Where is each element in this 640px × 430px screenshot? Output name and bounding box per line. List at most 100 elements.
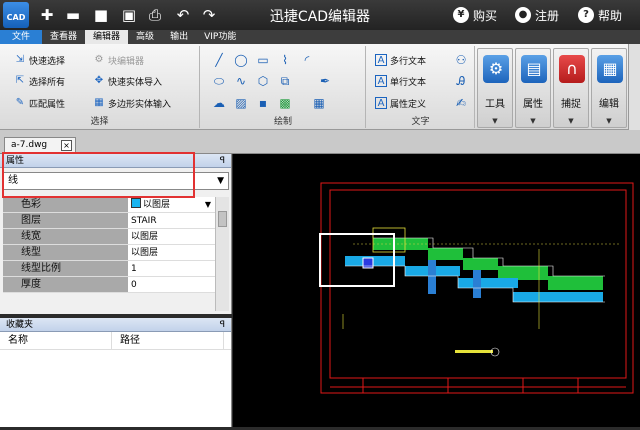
property-key: 线型 [3, 245, 128, 260]
close-icon[interactable]: × [61, 140, 72, 151]
tab-advanced[interactable]: 高级 [128, 30, 162, 44]
green-fill [428, 248, 463, 260]
thickness-value[interactable]: 0 [128, 277, 215, 292]
cyan-fill [513, 292, 603, 302]
pin-icon[interactable]: ꟼ [220, 318, 225, 332]
green-fill [463, 258, 498, 270]
properties-button[interactable]: ▤ 属性 ▼ [515, 48, 551, 128]
quick-entity-import-button[interactable]: ✥ 快速实体导入 [93, 73, 162, 89]
text-pen-icon[interactable]: ✍ [453, 95, 469, 111]
block-icon: ⚙ [94, 54, 104, 65]
ellipse-icon[interactable]: ⬭ [211, 73, 227, 89]
ribbon-scrollbar[interactable] [628, 44, 640, 130]
spline-icon[interactable]: ∿ [233, 73, 249, 89]
property-grid-scrollbar[interactable] [215, 197, 229, 311]
quick-select-button[interactable]: ⇲ 快速选择 [14, 52, 65, 68]
scrollbar-thumb[interactable] [218, 211, 227, 227]
polygon-entity-input-button[interactable]: ▦ 多边形实体输入 [93, 95, 171, 111]
match-properties-button[interactable]: ✎ 匹配属性 [14, 95, 65, 111]
draw-group: ╱ ◯ ▭ ⌇ ◜ ⬭ ∿ ⬡ ⧉ ✒ ☁ ▨ ▪ ▩ ▦ 绘制 [201, 46, 366, 128]
mtext-label: 多行文本 [390, 56, 427, 67]
pin-icon[interactable]: ꟼ [220, 154, 225, 168]
property-row: 图层 STAIR [3, 213, 215, 229]
chevron-down-icon[interactable]: ▼ [205, 197, 211, 213]
property-key: 色彩 [3, 197, 128, 212]
tab-file[interactable]: 文件 [0, 30, 43, 44]
pen-icon[interactable]: ✒ [317, 73, 333, 89]
favorites-columns: 名称 路径 [0, 332, 231, 350]
tab-output[interactable]: 输出 [162, 30, 196, 44]
select-all-icon: ⇱ [15, 75, 25, 86]
polygon-entity-input-label: 多边形实体输入 [108, 99, 172, 110]
linetype-value[interactable]: 以图层 [128, 245, 215, 260]
quick-select-icon: ⇲ [15, 54, 25, 65]
block-editor-label: 块编辑器 [108, 56, 145, 67]
tab-vip[interactable]: VIP功能 [196, 30, 244, 44]
attribute-definition-button[interactable]: A 属性定义 [375, 95, 426, 111]
property-row: 色彩 以图层 ▼ [3, 197, 215, 213]
green-fill [498, 266, 548, 280]
block-editor-button[interactable]: ⚙ 块编辑器 [93, 52, 145, 68]
blue-wall [473, 270, 481, 298]
column-path[interactable]: 路径 [112, 332, 224, 349]
snap-button[interactable]: ∩ 捕捉 ▼ [553, 48, 589, 128]
single-text-label: 单行文本 [390, 77, 427, 88]
attribute-definition-label: 属性定义 [390, 99, 427, 110]
document-tab-bar: a-7.dwg × [0, 130, 640, 154]
linetype-scale-value[interactable]: 1 [128, 261, 215, 276]
cyan-fill [458, 278, 518, 288]
property-key: 线宽 [3, 229, 128, 244]
match-properties-label: 匹配属性 [29, 99, 66, 110]
polyline-icon[interactable]: ⌇ [277, 52, 293, 68]
register-button[interactable]: ● 注册 [515, 6, 559, 24]
property-key: 线型比例 [3, 261, 128, 276]
hatch-icon[interactable]: ▨ [233, 95, 249, 111]
tools-icon: ⚙ [483, 55, 509, 83]
document-tab-label: a-7.dwg [11, 140, 48, 150]
register-label: 注册 [535, 8, 560, 23]
image-icon[interactable]: ▩ [277, 95, 293, 111]
title-bar: CAD ✚ ▬ ■ ▣ ⎙ ↶ ↷ 迅捷CAD编辑器 ¥ 购买 ● 注册 ? 帮助 [0, 0, 640, 30]
column-name[interactable]: 名称 [0, 332, 112, 349]
favorites-panel: 收藏夹 ꟼ 名称 路径 [0, 318, 232, 427]
buy-label: 购买 [473, 8, 498, 23]
color-value[interactable]: 以图层 ▼ [128, 197, 215, 212]
select-group-label: 选择 [90, 117, 109, 127]
rectangle-icon[interactable]: ▭ [255, 52, 271, 68]
green-fill [548, 276, 603, 290]
user-icon: ● [515, 7, 531, 23]
layer-value[interactable]: STAIR [128, 213, 215, 228]
point-icon[interactable]: ▪ [255, 95, 271, 111]
drawing-canvas[interactable] [233, 154, 640, 427]
quick-entity-import-label: 快速实体导入 [108, 77, 163, 88]
tab-viewer[interactable]: 查看器 [42, 30, 85, 44]
line-icon[interactable]: ╱ [211, 52, 227, 68]
block-insert-icon[interactable]: ⧉ [277, 73, 293, 89]
single-text-button[interactable]: A 单行文本 [375, 73, 426, 89]
text-style-icon[interactable]: ⚇ [453, 52, 469, 68]
chevron-down-icon: ▼ [530, 117, 536, 125]
edit-button[interactable]: ▦ 编辑 ▼ [591, 48, 627, 128]
mtext-button[interactable]: A 多行文本 [375, 52, 426, 68]
property-grid: 色彩 以图层 ▼ 图层 STAIR 线宽 以图层 线型 以图层 线型比例 1 厚度 0 [3, 197, 215, 311]
table-icon[interactable]: ▦ [311, 95, 327, 111]
property-row: 厚度 0 [3, 277, 215, 293]
chevron-down-icon: ▼ [492, 117, 498, 125]
help-button[interactable]: ? 帮助 [578, 6, 622, 24]
draw-group-label: 绘制 [273, 117, 292, 127]
selected-block [362, 257, 374, 269]
color-swatch [131, 198, 141, 208]
snap-label: 捕捉 [561, 99, 581, 110]
circle-icon[interactable]: ◯ [233, 52, 249, 68]
select-all-button[interactable]: ⇱ 选择所有 [14, 73, 65, 89]
tab-editor[interactable]: 编辑器 [85, 30, 129, 44]
select-all-label: 选择所有 [29, 77, 66, 88]
lineweight-value[interactable]: 以图层 [128, 229, 215, 244]
polygon-tool-icon[interactable]: ⬡ [255, 73, 271, 89]
text-edit-icon[interactable]: Ꭿ [453, 73, 469, 89]
revcloud-icon[interactable]: ☁ [211, 95, 227, 111]
buy-button[interactable]: ¥ 购买 [453, 6, 497, 24]
tools-button[interactable]: ⚙ 工具 ▼ [477, 48, 513, 128]
arc-icon[interactable]: ◜ [299, 52, 315, 68]
yellow-label [455, 350, 493, 353]
